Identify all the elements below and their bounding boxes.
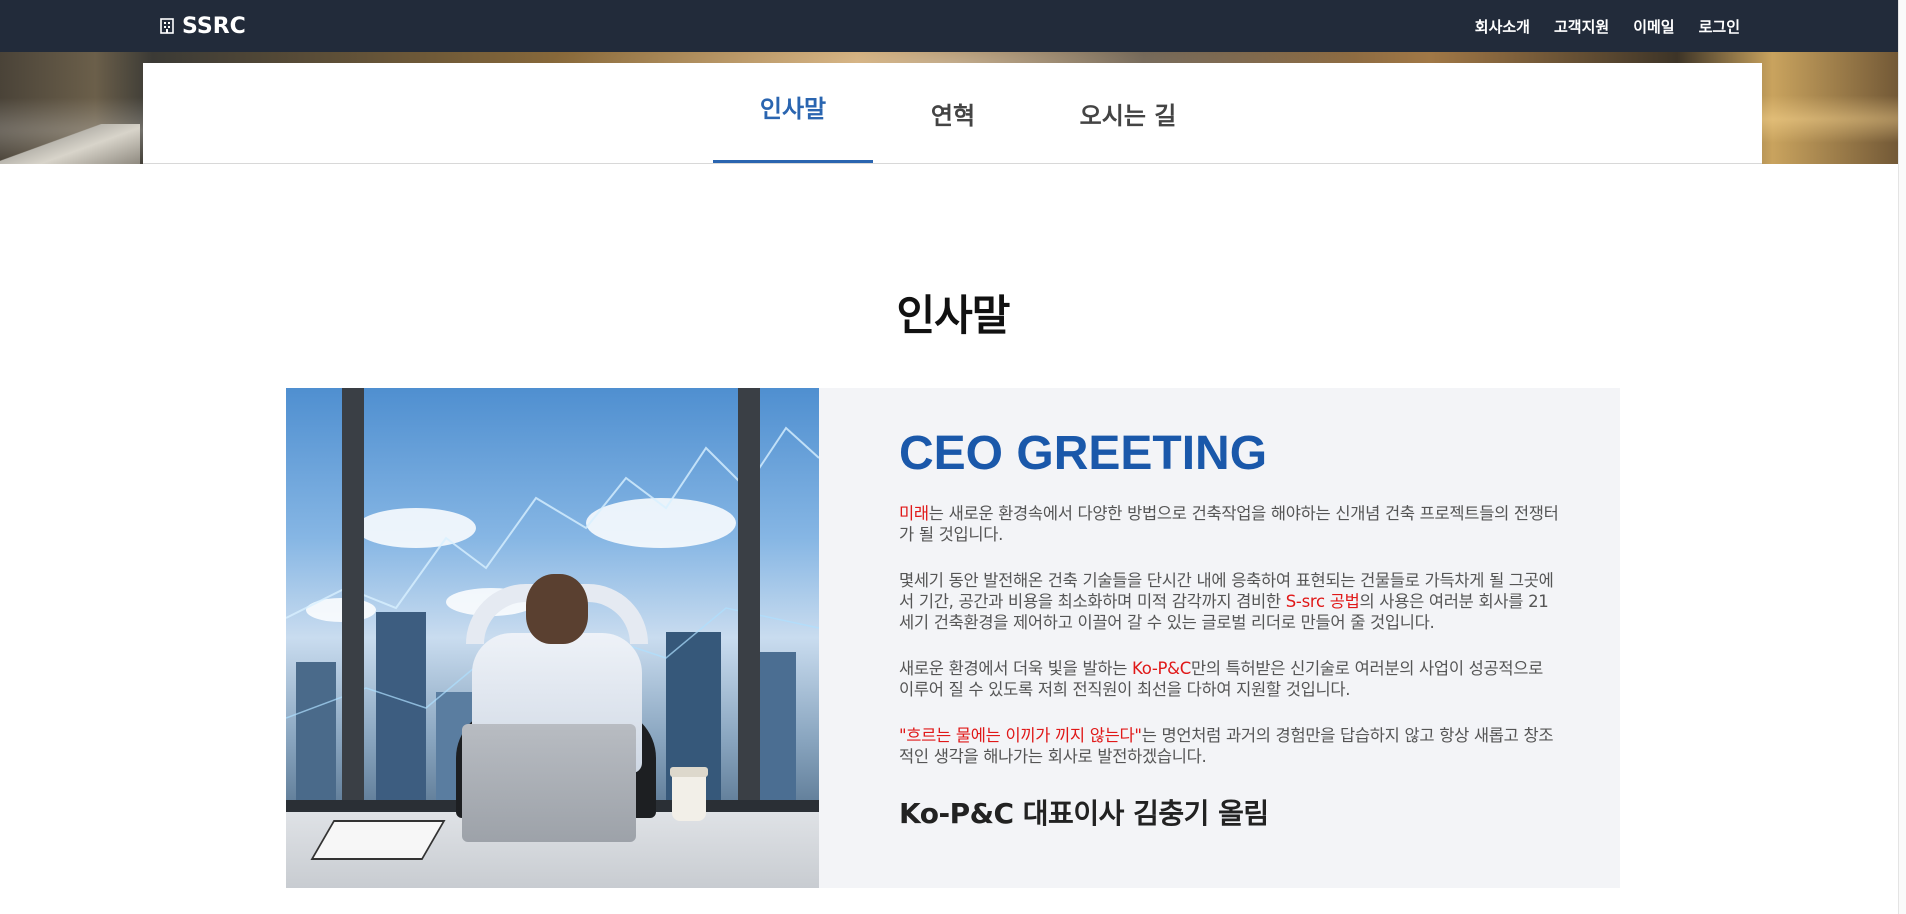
greeting-section: CEO GREETING 미래는 새로운 환경속에서 다양한 방법으로 건축작업… <box>286 388 1620 888</box>
ceo-photo <box>286 388 819 888</box>
highlight-text: Ko-P&C <box>1132 659 1191 678</box>
nav-links: 회사소개 고객지원 이메일 로그인 <box>1475 0 1740 52</box>
window-frame <box>738 388 760 818</box>
clipboard <box>310 820 446 860</box>
greeting-paragraph-4: "흐르는 물에는 이끼가 끼지 않는다"는 명언처럼 과거의 경험만을 답습하지… <box>899 725 1560 767</box>
greeting-text-column: CEO GREETING 미래는 새로운 환경속에서 다양한 방법으로 건축작업… <box>819 388 1620 888</box>
laptop <box>462 724 636 842</box>
page-title: 인사말 <box>896 291 1011 340</box>
tab-history[interactable]: 연혁 <box>873 63 1033 163</box>
window-frame <box>342 388 364 818</box>
paragraph-text: 새로운 환경에서 더욱 빛을 발하는 <box>899 659 1133 678</box>
hero-road <box>0 124 140 164</box>
highlight-text: "흐르는 물에는 이끼가 끼지 않는다" <box>899 726 1142 745</box>
top-navbar: SSRC 회사소개 고객지원 이메일 로그인 <box>0 0 1906 52</box>
sub-tab-bar: 인사말 연혁 오시는 길 <box>143 63 1762 164</box>
nav-link-about[interactable]: 회사소개 <box>1475 16 1530 37</box>
tab-greeting-label: 인사말 <box>759 95 827 123</box>
tab-directions[interactable]: 오시는 길 <box>1033 63 1223 163</box>
highlight-text: S-src 공법 <box>1285 592 1360 611</box>
greeting-paragraph-2: 몇세기 동안 발전해온 건축 기술들을 단시간 내에 응축하여 표현되는 건물들… <box>899 570 1560 633</box>
nav-link-login[interactable]: 로그인 <box>1699 16 1740 37</box>
highlight-text: 미래 <box>899 504 929 523</box>
brand-logo-link[interactable]: SSRC <box>160 0 246 52</box>
building-icon <box>160 18 174 34</box>
brand-name: SSRC <box>182 13 246 39</box>
ceo-signature: Ko-P&C 대표이사 김충기 올림 <box>899 797 1269 830</box>
tab-directions-label: 오시는 길 <box>1079 101 1177 130</box>
tab-greeting[interactable]: 인사말 <box>713 63 873 163</box>
greeting-paragraph-1: 미래는 새로운 환경속에서 다양한 방법으로 건축작업을 해야하는 신개념 건축… <box>899 503 1560 545</box>
paragraph-text: 는 새로운 환경속에서 다양한 방법으로 건축작업을 해야하는 신개념 건축 프… <box>899 504 1559 544</box>
ceo-greeting-heading: CEO GREETING <box>899 427 1268 480</box>
nav-link-email[interactable]: 이메일 <box>1633 16 1674 37</box>
greeting-paragraph-3: 새로운 환경에서 더욱 빛을 발하는 Ko-P&C만의 특허받은 신기술로 여러… <box>899 658 1560 700</box>
person-head <box>526 574 588 644</box>
tab-history-label: 연혁 <box>930 101 976 130</box>
nav-link-support[interactable]: 고객지원 <box>1554 16 1609 37</box>
coffee-cup <box>670 767 708 821</box>
scrollbar[interactable] <box>1898 0 1906 914</box>
